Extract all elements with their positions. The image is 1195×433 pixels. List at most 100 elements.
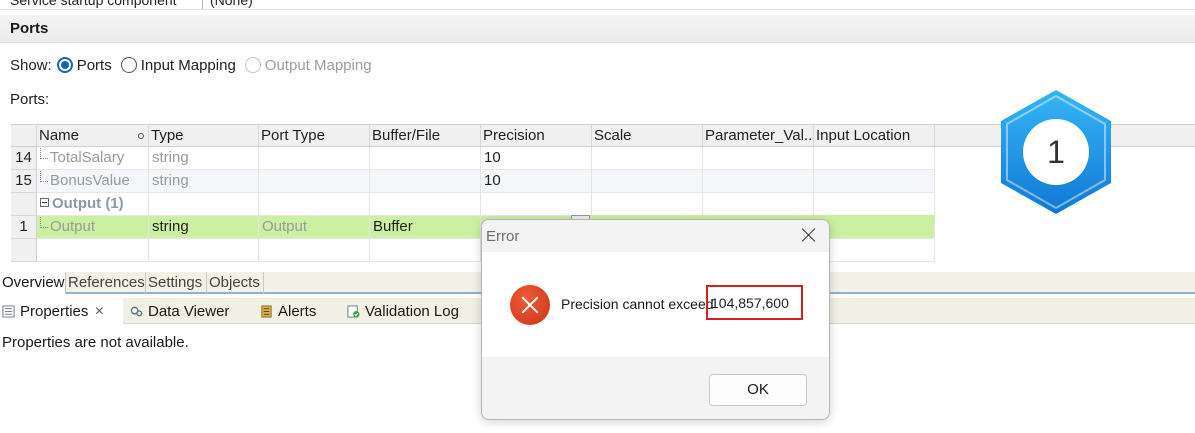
radio-ports[interactable]: Ports	[56, 56, 112, 74]
port-name: Output	[50, 218, 96, 235]
highlighted-value-box: 104,857,600	[706, 285, 803, 320]
ports-label: Ports:	[10, 91, 50, 108]
scale-cell[interactable]	[592, 170, 703, 193]
buffer-cell[interactable]	[370, 170, 481, 193]
row-number	[11, 239, 37, 262]
port-type-cell[interactable]: string	[149, 170, 259, 193]
collapse-icon[interactable]	[40, 198, 49, 207]
col-header-input-location[interactable]: Input Location	[814, 125, 935, 147]
ok-button[interactable]: OK	[709, 374, 807, 406]
port-name: TotalSalary	[50, 149, 125, 166]
scale-cell[interactable]	[592, 147, 703, 170]
output-group-row[interactable]: Output (1)	[37, 193, 149, 216]
group-label: Output (1)	[52, 195, 124, 212]
field-border	[202, 0, 203, 9]
col-header-type[interactable]: Type	[149, 125, 259, 147]
row-number[interactable]: 15	[11, 170, 37, 193]
sort-indicator-icon	[138, 133, 144, 139]
col-header-parameter-value[interactable]: Parameter_Val...	[703, 125, 814, 147]
precision-cell[interactable]: 10	[481, 170, 592, 193]
alerts-icon	[261, 304, 272, 318]
port-name-cell[interactable]: TotalSalary	[37, 147, 149, 170]
empty-cell	[259, 239, 370, 262]
input-location-cell[interactable]	[814, 147, 935, 170]
tree-connector-icon	[40, 171, 48, 182]
properties-icon	[2, 304, 15, 318]
port-kind-cell[interactable]	[259, 147, 370, 170]
row-number[interactable]: 1	[11, 216, 37, 239]
error-dialog: Error Precision cannot exceed 104,857,60…	[481, 219, 830, 420]
port-name-cell[interactable]: BonusValue	[37, 170, 149, 193]
port-type-cell[interactable]: string	[149, 216, 259, 239]
max-precision-value: 104,857,600	[711, 295, 789, 311]
show-label: Show:	[10, 56, 52, 74]
port-name: BonusValue	[50, 172, 130, 189]
badge-number: 1	[1047, 134, 1065, 170]
tab-validation-log-label: Validation Log	[365, 302, 459, 320]
validation-log-icon	[347, 304, 360, 318]
ports-section-header[interactable]: Ports	[0, 15, 1195, 43]
empty-cell	[703, 193, 814, 216]
tab-data-viewer-label: Data Viewer	[148, 302, 230, 320]
radio-ports-indicator[interactable]	[56, 57, 73, 73]
tab-alerts[interactable]: Alerts	[260, 298, 340, 324]
empty-cell	[370, 239, 481, 262]
tab-data-viewer[interactable]: Data Viewer	[130, 298, 255, 324]
empty-cell	[814, 193, 935, 216]
error-icon	[510, 285, 550, 325]
radio-input-mapping-indicator[interactable]	[120, 57, 137, 73]
properties-message: Properties are not available.	[2, 334, 189, 351]
tab-overview[interactable]: Overview	[0, 272, 66, 294]
startup-component-value[interactable]: (None)	[210, 0, 253, 8]
col-header-port-type[interactable]: Port Type	[259, 125, 370, 147]
empty-cell	[37, 239, 149, 262]
empty-cell	[149, 193, 259, 216]
data-viewer-icon	[130, 306, 143, 316]
empty-cell	[149, 239, 259, 262]
app-window: Service startup component (None) Ports S…	[0, 0, 1195, 433]
row-number	[11, 193, 37, 216]
port-kind-cell[interactable]	[259, 170, 370, 193]
step-number-badge: 1	[1001, 90, 1111, 214]
radio-ports-label: Ports	[76, 56, 112, 74]
buffer-cell[interactable]: Buffer	[370, 216, 481, 239]
section-title: Ports	[10, 20, 49, 37]
startup-component-label: Service startup component	[10, 0, 177, 8]
port-kind-cell[interactable]: Output	[259, 216, 370, 239]
buffer-cell[interactable]	[370, 147, 481, 170]
dialog-footer: OK	[482, 357, 829, 419]
empty-cell	[481, 193, 592, 216]
radio-output-mapping: Output Mapping	[244, 56, 372, 74]
parameter-cell[interactable]	[703, 170, 814, 193]
radio-input-mapping[interactable]: Input Mapping	[120, 57, 236, 74]
close-icon[interactable]: ✕	[94, 304, 104, 318]
close-icon[interactable]	[799, 225, 819, 245]
col-header-scale[interactable]: Scale	[592, 125, 703, 147]
empty-cell	[814, 239, 935, 262]
col-header-name[interactable]: Name	[37, 125, 149, 147]
dialog-titlebar[interactable]: Error	[482, 220, 829, 252]
row-number[interactable]: 14	[11, 147, 37, 170]
empty-cell	[592, 193, 703, 216]
input-location-cell[interactable]	[814, 170, 935, 193]
col-header-precision[interactable]: Precision	[481, 125, 592, 147]
dialog-body: Precision cannot exceed 104,857,600	[482, 252, 829, 357]
port-name-cell[interactable]: Output	[37, 216, 149, 239]
tab-settings[interactable]: Settings	[146, 272, 207, 294]
tab-validation-log[interactable]: Validation Log	[347, 298, 477, 324]
tab-properties[interactable]: Properties ✕	[0, 298, 123, 324]
empty-cell	[259, 193, 370, 216]
tab-properties-label: Properties	[20, 302, 89, 320]
show-radio-group: Show: Ports Input Mapping Output Mapping	[10, 55, 381, 75]
tab-references[interactable]: References	[66, 272, 146, 294]
parameter-cell[interactable]	[703, 147, 814, 170]
dialog-title: Error	[486, 228, 520, 245]
col-header-buffer-file[interactable]: Buffer/File	[370, 125, 481, 147]
port-type-cell[interactable]: string	[149, 147, 259, 170]
empty-cell	[370, 193, 481, 216]
radio-output-mapping-indicator	[244, 57, 261, 73]
tab-objects[interactable]: Objects	[207, 272, 264, 294]
col-name-label: Name	[39, 127, 80, 144]
precision-cell[interactable]: 10	[481, 147, 592, 170]
radio-output-mapping-label: Output Mapping	[264, 56, 372, 74]
